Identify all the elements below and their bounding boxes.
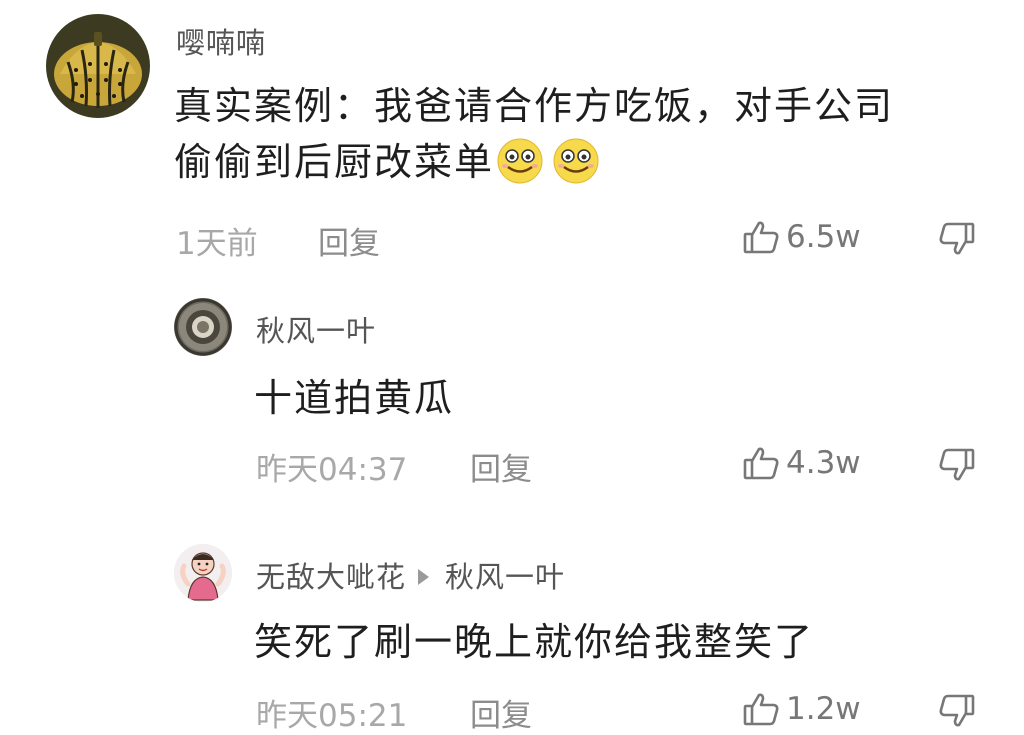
comment-text: 十道拍黄瓜 xyxy=(254,376,455,420)
comment-time: 昨天04:37 xyxy=(256,452,408,488)
like-count: 6.5w xyxy=(786,219,861,255)
reply-button[interactable]: 回复 xyxy=(470,690,532,735)
reply-button[interactable]: 回复 xyxy=(470,444,532,489)
avatar[interactable] xyxy=(174,544,232,602)
avatar[interactable] xyxy=(46,14,150,118)
reply-button[interactable]: 回复 xyxy=(318,218,380,263)
comment-text: 真实案例：我爸请合作方吃饭，对手公司 偷偷到后厨改菜单 xyxy=(174,78,994,190)
comment-text-line: 真实案例：我爸请合作方吃饭，对手公司 xyxy=(174,84,895,128)
smile-emoji-icon xyxy=(494,136,550,186)
reply-arrow-icon xyxy=(418,569,430,585)
reply-header: 无敌大呲花 秋风一叶 xyxy=(256,554,565,596)
username[interactable]: 嘤喃喃 xyxy=(176,20,266,62)
thumbs-up-icon xyxy=(743,693,779,726)
comment-text-line: 偷偷到后厨改菜单 xyxy=(174,140,495,184)
comment-item: 嘤喃喃 真实案例：我爸请合作方吃饭，对手公司 偷偷到后厨改菜单 1天前 回复 6… xyxy=(0,0,1024,290)
pumpkin-avatar-icon xyxy=(46,14,150,118)
comment-time: 1天前 xyxy=(176,226,258,262)
reply-to-username[interactable]: 秋风一叶 xyxy=(445,560,565,594)
like-count: 1.2w xyxy=(786,691,861,727)
comment-text: 笑死了刷一晚上就你给我整笑了 xyxy=(254,620,815,664)
thumbs-up-icon xyxy=(743,447,779,480)
like-button[interactable]: 4.3w xyxy=(742,444,861,482)
dislike-button[interactable] xyxy=(938,446,976,488)
ring-avatar-icon xyxy=(174,298,232,356)
cartoon-avatar-icon xyxy=(174,544,232,602)
dislike-button[interactable] xyxy=(938,220,976,262)
dislike-button[interactable] xyxy=(938,692,976,734)
like-count: 4.3w xyxy=(786,445,861,481)
smile-emoji-icon xyxy=(550,136,606,186)
reply-comment-item: 秋风一叶 十道拍黄瓜 昨天04:37 回复 4.3w xyxy=(0,290,1024,510)
reply-comment-item: 无敌大呲花 秋风一叶 笑死了刷一晚上就你给我整笑了 昨天05:21 回复 1.2w xyxy=(0,534,1024,734)
comment-time: 昨天05:21 xyxy=(256,698,408,734)
like-button[interactable]: 1.2w xyxy=(742,690,861,728)
username[interactable]: 秋风一叶 xyxy=(256,308,376,350)
like-button[interactable]: 6.5w xyxy=(742,218,861,256)
thumbs-down-icon xyxy=(939,694,975,727)
username[interactable]: 无敌大呲花 xyxy=(256,560,406,594)
thumbs-down-icon xyxy=(939,448,975,481)
thumbs-up-icon xyxy=(743,221,779,254)
thumbs-down-icon xyxy=(939,222,975,255)
avatar[interactable] xyxy=(174,298,232,356)
